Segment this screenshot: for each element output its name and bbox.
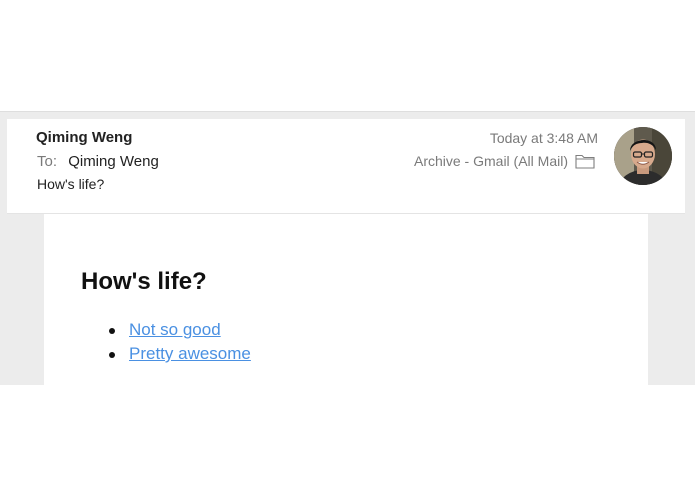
response-options-list: Not so good Pretty awesome <box>109 318 251 366</box>
message-date: Today at 3:48 AM <box>489 130 598 146</box>
mail-message-view: Qiming Weng To: Qiming Weng How's life? … <box>0 111 695 385</box>
body-title: How's life? <box>81 268 207 295</box>
option-link-pretty-awesome[interactable]: Pretty awesome <box>129 344 251 363</box>
mailbox-name: Archive - Gmail (All Mail) <box>413 153 568 169</box>
to-label: To: <box>37 153 58 170</box>
bullet-icon <box>109 328 115 334</box>
option-link-not-so-good[interactable]: Not so good <box>129 320 221 339</box>
recipient-name[interactable]: Qiming Weng <box>68 153 159 170</box>
screenshot-stage: Qiming Weng To: Qiming Weng How's life? … <box>0 0 695 494</box>
list-item: Not so good <box>109 318 251 342</box>
sender-avatar[interactable] <box>614 127 672 185</box>
mailbox-label: Archive - Gmail (All Mail) <box>414 153 568 169</box>
avatar-photo <box>614 127 672 185</box>
sender-name[interactable]: Qiming Weng <box>36 129 132 146</box>
message-subject: How's life? <box>37 176 105 192</box>
folder-icon[interactable] <box>575 152 595 169</box>
list-item: Pretty awesome <box>109 342 251 366</box>
message-header: Qiming Weng To: Qiming Weng How's life? … <box>7 119 685 214</box>
recipient-row: To: Qiming Weng <box>37 153 159 170</box>
message-body: How's life? Not so good Pretty awesome <box>44 214 648 385</box>
bullet-icon <box>109 352 115 358</box>
